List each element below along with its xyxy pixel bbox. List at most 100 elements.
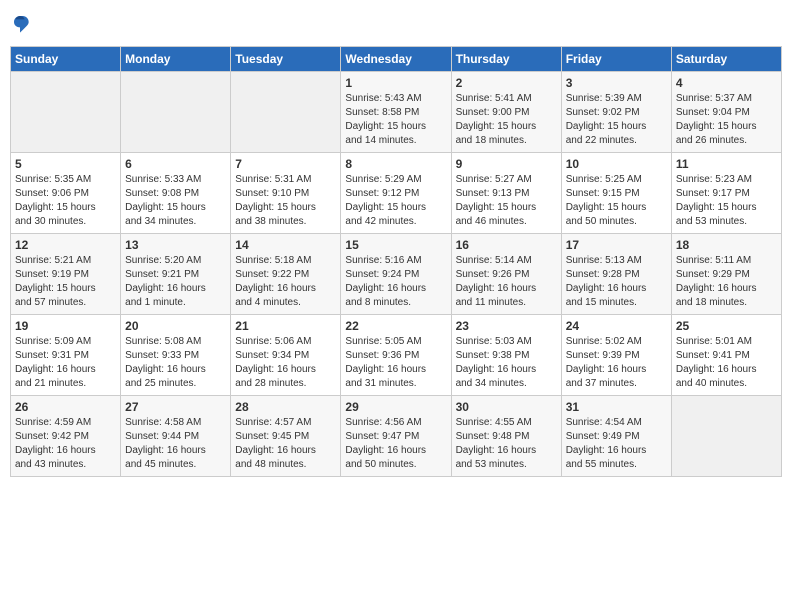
calendar-day-header: Monday [121,47,231,72]
day-content: Sunrise: 5:05 AM Sunset: 9:36 PM Dayligh… [345,335,446,391]
day-content: Sunrise: 5:14 AM Sunset: 9:26 PM Dayligh… [456,254,557,310]
day-content: Sunrise: 5:18 AM Sunset: 9:22 PM Dayligh… [235,254,336,310]
day-content: Sunrise: 5:06 AM Sunset: 9:34 PM Dayligh… [235,335,336,391]
day-number: 23 [456,319,557,333]
day-number: 2 [456,76,557,90]
day-content: Sunrise: 5:27 AM Sunset: 9:13 PM Dayligh… [456,173,557,229]
calendar-day-header: Saturday [671,47,781,72]
calendar-cell [121,72,231,153]
calendar-cell: 18Sunrise: 5:11 AM Sunset: 9:29 PM Dayli… [671,234,781,315]
day-content: Sunrise: 5:01 AM Sunset: 9:41 PM Dayligh… [676,335,777,391]
calendar-day-header: Tuesday [231,47,341,72]
day-content: Sunrise: 5:31 AM Sunset: 9:10 PM Dayligh… [235,173,336,229]
day-number: 4 [676,76,777,90]
day-content: Sunrise: 5:39 AM Sunset: 9:02 PM Dayligh… [566,92,667,148]
day-content: Sunrise: 4:55 AM Sunset: 9:48 PM Dayligh… [456,416,557,472]
day-number: 22 [345,319,446,333]
day-content: Sunrise: 4:58 AM Sunset: 9:44 PM Dayligh… [125,416,226,472]
calendar-cell: 3 Sunrise: 5:39 AM Sunset: 9:02 PM Daylig… [561,72,671,153]
calendar-cell: 21Sunrise: 5:06 AM Sunset: 9:34 PM Dayli… [231,315,341,396]
day-content: Sunrise: 4:56 AM Sunset: 9:47 PM Dayligh… [345,416,446,472]
calendar-cell: 10Sunrise: 5:25 AM Sunset: 9:15 PM Dayli… [561,153,671,234]
day-content: Sunrise: 5:25 AM Sunset: 9:15 PM Dayligh… [566,173,667,229]
day-number: 26 [15,400,116,414]
calendar-cell: 14 Sunrise: 5:18 AM Sunset: 9:22 PM Dayli… [231,234,341,315]
calendar-cell: 20 Sunrise: 5:08 AM Sunset: 9:33 PM Dayli… [121,315,231,396]
calendar-header-row: SundayMondayTuesdayWednesdayThursdayFrid… [11,47,782,72]
calendar-cell: 26Sunrise: 4:59 AM Sunset: 9:42 PM Dayli… [11,396,121,477]
calendar-cell: 17 Sunrise: 5:13 AM Sunset: 9:28 PM Dayli… [561,234,671,315]
calendar-cell: 28 Sunrise: 4:57 AM Sunset: 9:45 PM Dayli… [231,396,341,477]
day-content: Sunrise: 5:41 AM Sunset: 9:00 PM Dayligh… [456,92,557,148]
day-number: 3 [566,76,667,90]
day-number: 19 [15,319,116,333]
calendar-cell [11,72,121,153]
day-number: 25 [676,319,777,333]
calendar-cell: 4 Sunrise: 5:37 AM Sunset: 9:04 PM Daylig… [671,72,781,153]
calendar-week-row: 12 Sunrise: 5:21 AM Sunset: 9:19 PM Dayli… [11,234,782,315]
calendar-cell: 24 Sunrise: 5:02 AM Sunset: 9:39 PM Dayli… [561,315,671,396]
day-number: 28 [235,400,336,414]
calendar-week-row: 5 Sunrise: 5:35 AM Sunset: 9:06 PM Daylig… [11,153,782,234]
calendar-cell: 5 Sunrise: 5:35 AM Sunset: 9:06 PM Daylig… [11,153,121,234]
day-number: 29 [345,400,446,414]
logo [10,14,32,34]
calendar-cell: 1 Sunrise: 5:43 AM Sunset: 8:58 PM Daylig… [341,72,451,153]
calendar-day-header: Sunday [11,47,121,72]
day-number: 20 [125,319,226,333]
calendar-cell: 2 Sunrise: 5:41 AM Sunset: 9:00 PM Daylig… [451,72,561,153]
day-content: Sunrise: 5:13 AM Sunset: 9:28 PM Dayligh… [566,254,667,310]
calendar-cell: 25 Sunrise: 5:01 AM Sunset: 9:41 PM Dayli… [671,315,781,396]
calendar-week-row: 26Sunrise: 4:59 AM Sunset: 9:42 PM Dayli… [11,396,782,477]
day-content: Sunrise: 4:57 AM Sunset: 9:45 PM Dayligh… [235,416,336,472]
calendar-table: SundayMondayTuesdayWednesdayThursdayFrid… [10,46,782,477]
calendar-cell: 9 Sunrise: 5:27 AM Sunset: 9:13 PM Daylig… [451,153,561,234]
calendar-cell: 12 Sunrise: 5:21 AM Sunset: 9:19 PM Dayli… [11,234,121,315]
day-content: Sunrise: 5:37 AM Sunset: 9:04 PM Dayligh… [676,92,777,148]
calendar-cell: 30 Sunrise: 4:55 AM Sunset: 9:48 PM Dayli… [451,396,561,477]
day-number: 8 [345,157,446,171]
day-content: Sunrise: 5:21 AM Sunset: 9:19 PM Dayligh… [15,254,116,310]
day-number: 16 [456,238,557,252]
day-content: Sunrise: 5:35 AM Sunset: 9:06 PM Dayligh… [15,173,116,229]
calendar-cell: 13 Sunrise: 5:20 AM Sunset: 9:21 PM Dayli… [121,234,231,315]
day-number: 6 [125,157,226,171]
day-number: 17 [566,238,667,252]
calendar-cell: 16 Sunrise: 5:14 AM Sunset: 9:26 PM Dayli… [451,234,561,315]
day-number: 11 [676,157,777,171]
day-number: 12 [15,238,116,252]
calendar-cell: 31 Sunrise: 4:54 AM Sunset: 9:49 PM Dayli… [561,396,671,477]
calendar-day-header: Friday [561,47,671,72]
day-number: 15 [345,238,446,252]
calendar-cell [671,396,781,477]
day-content: Sunrise: 5:23 AM Sunset: 9:17 PM Dayligh… [676,173,777,229]
day-number: 7 [235,157,336,171]
day-number: 5 [15,157,116,171]
day-content: Sunrise: 5:02 AM Sunset: 9:39 PM Dayligh… [566,335,667,391]
calendar-cell: 8 Sunrise: 5:29 AM Sunset: 9:12 PM Daylig… [341,153,451,234]
day-content: Sunrise: 5:43 AM Sunset: 8:58 PM Dayligh… [345,92,446,148]
page: SundayMondayTuesdayWednesdayThursdayFrid… [0,0,792,612]
day-number: 14 [235,238,336,252]
day-content: Sunrise: 4:54 AM Sunset: 9:49 PM Dayligh… [566,416,667,472]
calendar-cell: 11 Sunrise: 5:23 AM Sunset: 9:17 PM Dayli… [671,153,781,234]
calendar-week-row: 19 Sunrise: 5:09 AM Sunset: 9:31 PM Dayli… [11,315,782,396]
day-number: 13 [125,238,226,252]
day-number: 30 [456,400,557,414]
day-number: 9 [456,157,557,171]
header [10,10,782,38]
day-content: Sunrise: 5:33 AM Sunset: 9:08 PM Dayligh… [125,173,226,229]
day-content: Sunrise: 5:09 AM Sunset: 9:31 PM Dayligh… [15,335,116,391]
day-number: 27 [125,400,226,414]
day-content: Sunrise: 5:29 AM Sunset: 9:12 PM Dayligh… [345,173,446,229]
day-content: Sunrise: 5:08 AM Sunset: 9:33 PM Dayligh… [125,335,226,391]
day-content: Sunrise: 5:20 AM Sunset: 9:21 PM Dayligh… [125,254,226,310]
day-number: 31 [566,400,667,414]
calendar-week-row: 1 Sunrise: 5:43 AM Sunset: 8:58 PM Daylig… [11,72,782,153]
day-number: 24 [566,319,667,333]
day-content: Sunrise: 5:16 AM Sunset: 9:24 PM Dayligh… [345,254,446,310]
calendar-cell: 6 Sunrise: 5:33 AM Sunset: 9:08 PM Daylig… [121,153,231,234]
calendar-cell: 7 Sunrise: 5:31 AM Sunset: 9:10 PM Daylig… [231,153,341,234]
calendar-cell: 15 Sunrise: 5:16 AM Sunset: 9:24 PM Dayli… [341,234,451,315]
day-number: 1 [345,76,446,90]
